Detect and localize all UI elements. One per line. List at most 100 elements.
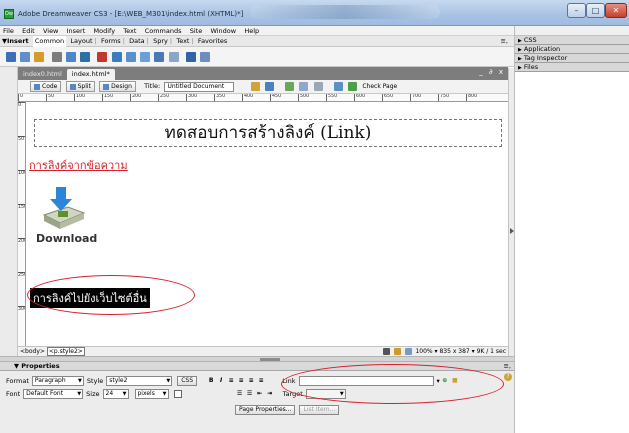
splitter-knob[interactable] [260,358,280,361]
insert-bar-options-icon[interactable]: ≡, [498,36,510,47]
download-image-icon[interactable] [38,185,90,235]
format-select[interactable]: Paragraph ▼ [31,376,84,386]
page-properties-button[interactable]: Page Properties... [235,405,296,415]
properties-row-2: Font Default Font ▼ Size 24 ▼ pixels ▼ ☰ ☰ ⇤ ⇥ Tar… [6,388,349,400]
window-size[interactable]: 835 x 387 [439,348,469,355]
menu-view[interactable]: View [40,26,61,36]
view-options-icon[interactable] [299,82,309,91]
panel-tag-inspector[interactable]: ▶ Tag Inspector [515,54,629,63]
menu-help[interactable]: Help [241,26,262,36]
split-view-button[interactable]: Split [65,81,95,92]
head-icon[interactable] [185,52,196,62]
indent-icon[interactable]: ⇥ [266,390,274,398]
font-select[interactable]: Default Font ▼ [23,389,84,399]
selected-text-link[interactable]: การลิงค์ไปยังเว็บไซต์อื่น [30,288,150,308]
justify-icon[interactable]: ≡ [257,377,265,385]
named-anchor-icon[interactable] [34,52,45,62]
insert-tab-favorites[interactable]: Favorites [196,36,229,47]
panel-application[interactable]: ▶ Application [515,45,629,54]
help-icon[interactable]: ? [504,373,512,381]
insert-tab-forms[interactable]: Forms [99,36,123,47]
code-view-button[interactable]: Code [30,81,62,92]
doc-tab-index0[interactable]: index0.html [18,69,67,80]
date-icon[interactable] [111,52,122,62]
menu-insert[interactable]: Insert [64,26,89,36]
preview-browser-icon[interactable] [264,82,274,91]
design-view-canvas[interactable]: ทดสอบการสร้างลิงค์ (Link) การลิงค์จากข้อ… [26,102,508,346]
page-heading[interactable]: ทดสอบการสร้างลิงค์ (Link) [34,119,502,147]
vruler-tick: 50 [18,136,25,142]
validate-markup-icon[interactable] [333,82,343,91]
point-to-file-icon[interactable]: ⊕ [441,377,449,385]
menu-edit[interactable]: Edit [19,26,38,36]
list-item-button[interactable]: List Item... [299,405,340,415]
hyperlink-icon[interactable] [6,52,16,62]
minimize-button[interactable]: – [567,3,586,18]
size-select[interactable]: 24 ▼ [102,389,129,399]
download-label[interactable]: Download [36,232,97,245]
insert-tab-layout[interactable]: Layout [68,36,94,47]
insert-bar-toggle[interactable]: ▼Insert [0,36,31,47]
size-unit-select[interactable]: pixels ▼ [134,389,169,399]
target-select[interactable]: ▼ [305,389,346,399]
media-icon[interactable] [97,52,108,62]
properties-options-icon[interactable]: ≡, [503,362,511,371]
link-dropdown-icon[interactable]: ▾ [437,377,440,385]
italic-button[interactable]: I [217,377,225,385]
panel-files[interactable]: ▶ Files [515,63,629,72]
outdent-icon[interactable]: ⇤ [256,390,264,398]
align-center-icon[interactable]: ≡ [237,377,245,385]
menu-commands[interactable]: Commands [142,26,185,36]
zoom-level[interactable]: 100% [415,348,432,355]
ordered-list-icon[interactable]: ☰ [246,390,254,398]
insert-tab-spry[interactable]: Spry [151,36,170,47]
close-button[interactable]: ✕ [605,3,627,18]
file-management-icon[interactable] [250,82,260,91]
script-icon[interactable] [200,52,211,62]
hand-tool-icon[interactable] [393,348,401,355]
images-icon[interactable] [80,52,91,62]
design-view-button[interactable]: Design [99,81,136,92]
tag-chooser-icon[interactable] [168,52,179,62]
maximize-button[interactable]: □ [586,3,605,18]
comment-icon[interactable] [140,52,151,62]
style-select[interactable]: style2 ▼ [106,376,173,386]
align-left-icon[interactable]: ≡ [227,377,235,385]
check-page-button[interactable]: Check Page [362,80,397,93]
css-button[interactable]: CSS [177,376,198,386]
menu-text[interactable]: Text [120,26,139,36]
menu-file[interactable]: File [0,26,17,36]
templates-icon[interactable] [154,52,165,62]
refresh-icon[interactable] [285,82,295,91]
menu-site[interactable]: Site [187,26,205,36]
insert-tab-data[interactable]: Data [127,36,147,47]
collapse-arrow-icon[interactable] [510,228,514,234]
text-color-swatch[interactable] [173,390,182,398]
align-right-icon[interactable]: ≡ [247,377,255,385]
text-link[interactable]: การลิงค์จากข้อความ [29,156,128,174]
link-input[interactable] [298,376,434,386]
table-icon[interactable] [51,52,62,62]
menu-modify[interactable]: Modify [91,26,119,36]
document-title-input[interactable]: Untitled Document [164,82,235,92]
tag-p-style2[interactable]: <p.style2> [46,347,85,356]
document-window-controls[interactable]: _ ∂ x [479,68,505,76]
div-tag-icon[interactable] [65,52,76,62]
panel-css[interactable]: ▶ CSS [515,36,629,45]
properties-header[interactable]: ▼ Properties ≡, [0,362,514,371]
bold-button[interactable]: B [207,377,215,385]
panel-collapse-strip[interactable] [508,68,514,366]
insert-tab-text[interactable]: Text [174,36,191,47]
server-side-include-icon[interactable] [125,52,136,62]
visual-aids-icon[interactable] [313,82,323,91]
select-tool-icon[interactable] [382,348,390,355]
menu-window[interactable]: Window [207,26,239,36]
tag-body[interactable]: <body> [20,348,45,355]
browse-folder-icon[interactable]: ■ [451,377,459,385]
unordered-list-icon[interactable]: ☰ [236,390,244,398]
email-link-icon[interactable] [20,52,31,62]
zoom-tool-icon[interactable] [404,348,412,355]
insert-tab-common[interactable]: Common [32,36,67,47]
check-page-icon[interactable] [348,82,358,91]
doc-tab-index[interactable]: index.html* [66,69,115,80]
